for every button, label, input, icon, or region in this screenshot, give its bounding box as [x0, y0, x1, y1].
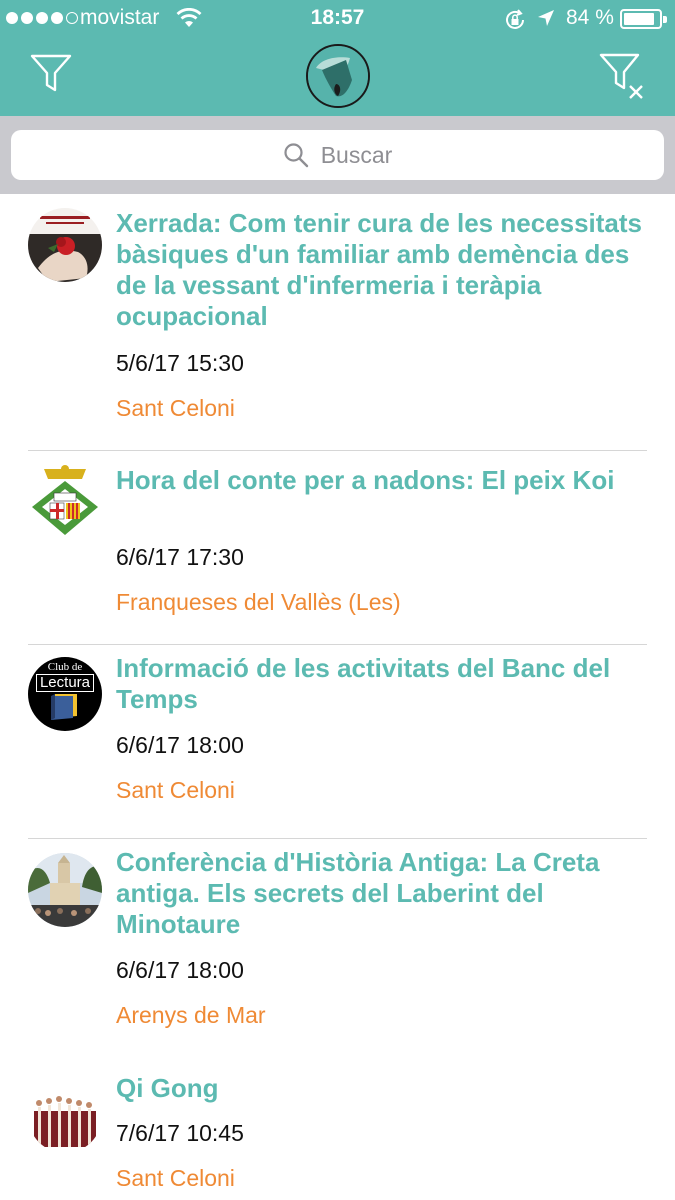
search-input[interactable]: Buscar — [11, 130, 664, 180]
app-logo[interactable] — [306, 44, 370, 108]
carrier-name: movistar — [80, 6, 160, 29]
location-arrow-icon — [538, 10, 554, 26]
orientation-lock-icon — [506, 9, 524, 29]
event-date: 7/6/17 10:45 — [116, 1120, 244, 1146]
book-icon — [51, 694, 77, 720]
event-thumbnail — [28, 463, 102, 537]
header-bar: movistar 18:57 84 % — [0, 0, 675, 116]
event-title: Xerrada: Com tenir cura de les necessita… — [116, 208, 643, 331]
event-title: Conferència d'Història Antiga: La Creta … — [116, 847, 600, 939]
coat-of-arms-icon — [28, 463, 102, 537]
event-title: Informació de les activitats del Banc de… — [116, 653, 611, 714]
search-icon — [284, 143, 308, 168]
event-title: Hora del conte per a nadons: El peix Koi — [116, 465, 615, 495]
event-place: Sant Celoni — [116, 395, 235, 421]
battery-percentage: 84 % — [566, 6, 614, 29]
thumbnail-text: Lectura — [35, 674, 95, 692]
event-title: Qi Gong — [116, 1073, 219, 1103]
search-placeholder: Buscar — [320, 141, 393, 168]
event-thumbnail: Club de Lectura — [28, 657, 102, 731]
event-date: 6/6/17 17:30 — [116, 544, 244, 570]
thumbnail-text: Club de — [47, 661, 83, 673]
event-thumbnail — [28, 853, 102, 927]
logo-mark-icon — [308, 46, 368, 106]
event-thumbnail — [28, 1079, 102, 1153]
event-date: 6/6/17 18:00 — [116, 957, 244, 983]
list-separator — [28, 450, 647, 451]
filter-icon[interactable] — [28, 50, 76, 98]
search-bar: Buscar — [0, 116, 675, 194]
event-place: Sant Celoni — [116, 777, 235, 803]
event-date: 5/6/17 15:30 — [116, 350, 244, 376]
list-separator — [28, 644, 647, 645]
event-place: Franqueses del Vallès (Les) — [116, 589, 401, 615]
event-place: Sant Celoni — [116, 1165, 235, 1191]
event-thumbnail — [28, 208, 102, 282]
event-date: 6/6/17 18:00 — [116, 732, 244, 758]
signal-strength-icon — [6, 12, 78, 24]
event-place: Arenys de Mar — [116, 1002, 266, 1028]
wifi-icon — [176, 8, 202, 27]
clear-filter-icon[interactable] — [598, 50, 650, 100]
status-bar: movistar 18:57 84 % — [0, 0, 675, 38]
list-separator — [28, 838, 647, 839]
battery-icon — [620, 9, 667, 29]
